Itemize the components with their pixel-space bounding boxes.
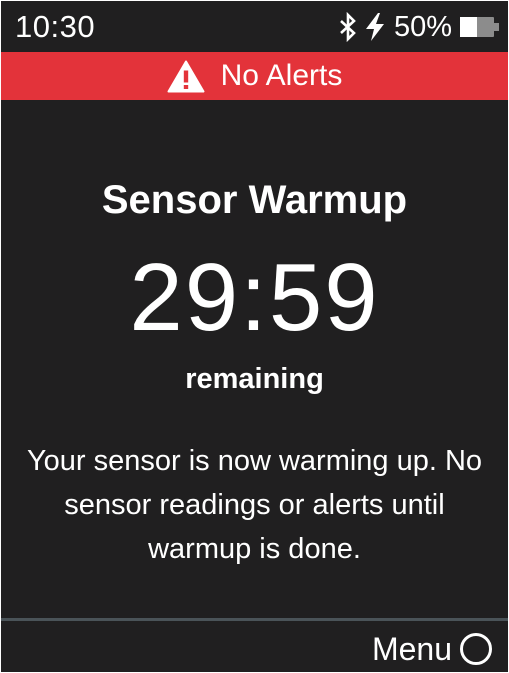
page-title: Sensor Warmup <box>101 178 408 222</box>
menu-label: Menu <box>371 631 452 667</box>
countdown-timer: 29:59 <box>129 244 380 351</box>
status-indicators: 50% <box>338 9 499 45</box>
battery-percent: 50% <box>393 11 452 43</box>
battery-icon <box>460 17 499 37</box>
circle-button-icon <box>460 633 492 665</box>
footer-divider <box>1 618 508 621</box>
warmup-message: Your sensor is now warming up. No sensor… <box>26 445 483 565</box>
clock-time: 10:30 <box>15 9 96 44</box>
alert-status-text: No Alerts <box>220 59 343 92</box>
alert-banner[interactable]: No Alerts <box>1 52 508 100</box>
status-bar: 10:30 50% <box>1 1 508 53</box>
warning-triangle-icon <box>167 60 205 92</box>
menu-button[interactable]: Menu <box>372 629 492 669</box>
battery-tip <box>494 23 499 31</box>
lightning-bolt-icon <box>365 13 384 41</box>
countdown-caption: remaining <box>185 363 324 395</box>
device-screen: 10:30 50% No Alerts Sensor Warmup 29:59 … <box>1 1 508 672</box>
battery-level-fill <box>460 17 477 37</box>
bluetooth-icon <box>340 12 356 42</box>
